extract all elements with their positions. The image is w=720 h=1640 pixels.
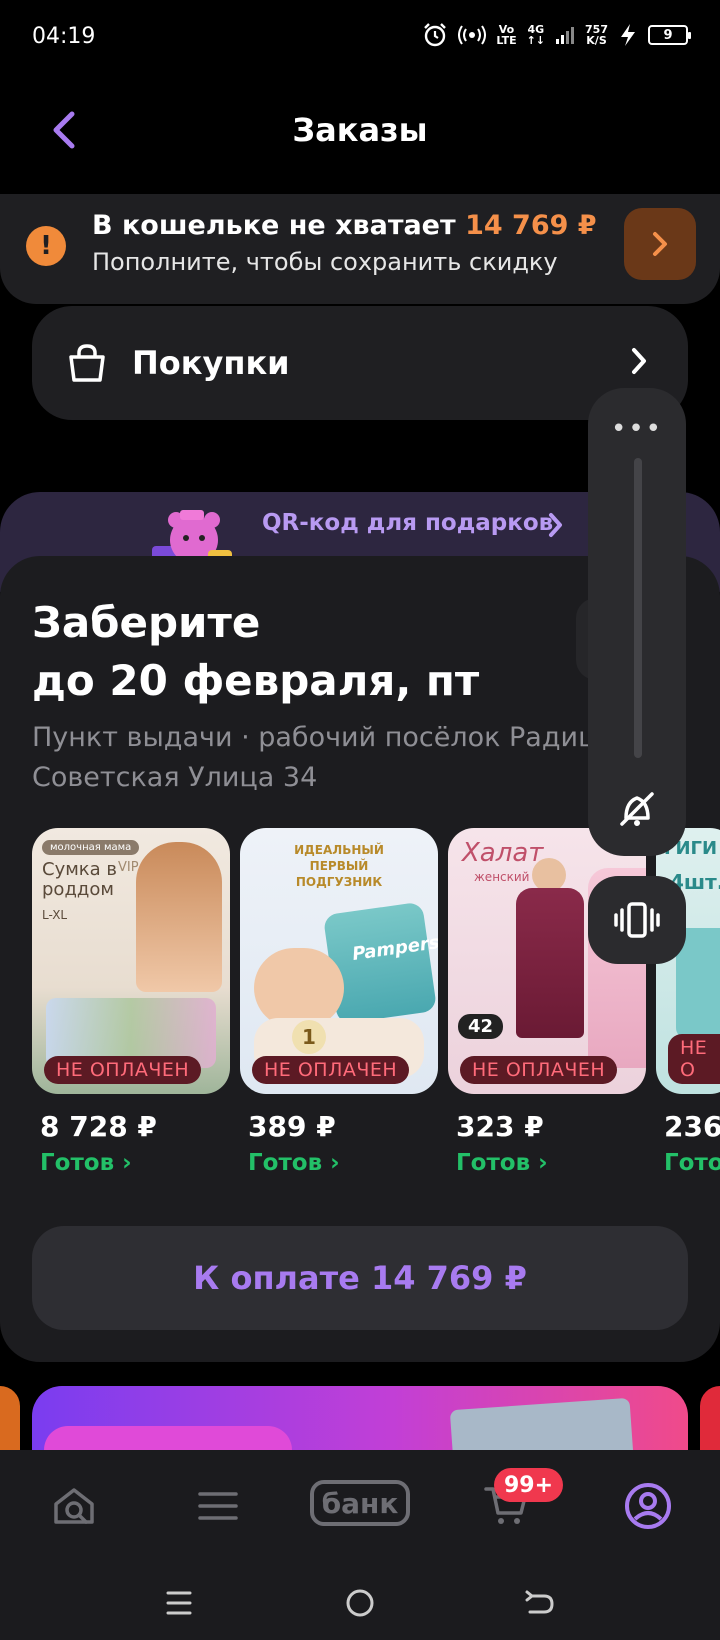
purchases-label: Покупки bbox=[132, 344, 290, 382]
pickup-title: Заберите до 20 февраля, пт bbox=[32, 598, 480, 705]
tab-home[interactable] bbox=[46, 1478, 102, 1534]
status-bar: 04:19 Vo LTE 4G ↑↓ 757 K/S 9 bbox=[0, 0, 720, 72]
wallet-alert-subtitle: Пополните, чтобы сохранить скидку bbox=[92, 248, 558, 276]
volume-slider[interactable] bbox=[634, 458, 642, 758]
unpaid-badge: НЕ ОПЛАЧЕН bbox=[44, 1056, 202, 1084]
profile-icon bbox=[625, 1483, 671, 1529]
net-speed: 757 K/S bbox=[585, 23, 608, 47]
volume-panel[interactable]: ••• bbox=[588, 388, 686, 856]
chevron-right-icon bbox=[549, 513, 562, 537]
hotspot-icon bbox=[458, 24, 487, 46]
wallet-alert-card[interactable]: ! В кошельке не хватает 14 769 ₽ Пополни… bbox=[0, 194, 720, 304]
wallet-alert-title: В кошельке не хватает 14 769 ₽ bbox=[92, 210, 597, 241]
home-circle-icon bbox=[346, 1589, 374, 1617]
tab-profile[interactable] bbox=[620, 1478, 676, 1534]
wallet-shortfall-amount: 14 769 ₽ bbox=[465, 210, 597, 241]
page-header: Заказы bbox=[0, 90, 720, 170]
bottom-tab-bar: банк 99+ bbox=[0, 1450, 720, 1562]
pickup-address: Пункт выдачи · рабочий посёлок Радищ Сов… bbox=[32, 722, 604, 793]
back-nav-button[interactable] bbox=[516, 1580, 562, 1626]
home-button[interactable] bbox=[337, 1580, 383, 1626]
product-price: 323 ₽ bbox=[456, 1110, 544, 1143]
unpaid-badge: НЕ ОПЛАЧЕН bbox=[252, 1056, 410, 1084]
status-icons: Vo LTE 4G ↑↓ 757 K/S 9 bbox=[422, 22, 691, 48]
purchases-row[interactable]: Покупки bbox=[32, 306, 688, 420]
product-card[interactable]: молочная мама Сумка в роддом VIP L-XL НЕ… bbox=[32, 828, 230, 1176]
product-price: 8 728 ₽ bbox=[40, 1110, 157, 1143]
pay-button[interactable]: К оплате 14 769 ₽ bbox=[32, 1226, 688, 1330]
search-home-icon bbox=[54, 1488, 94, 1524]
chevron-left-icon bbox=[53, 111, 75, 149]
menu-lines-icon bbox=[198, 1492, 238, 1520]
system-nav-bar bbox=[0, 1562, 720, 1640]
charging-icon bbox=[618, 23, 638, 47]
tab-catalog[interactable] bbox=[190, 1478, 246, 1534]
exclamation-icon: ! bbox=[26, 226, 66, 266]
shopping-bag-icon bbox=[69, 344, 105, 382]
clock: 04:19 bbox=[32, 23, 96, 49]
product-image: молочная мама Сумка в роддом VIP L-XL НЕ… bbox=[32, 828, 230, 1094]
chevron-right-icon bbox=[653, 232, 667, 256]
product-price: 389 ₽ bbox=[248, 1110, 336, 1143]
vibrate-mode-button[interactable] bbox=[588, 876, 686, 964]
product-status[interactable]: Гото bbox=[664, 1150, 720, 1176]
product-variants-count: 42 bbox=[458, 1014, 504, 1039]
vibrate-icon bbox=[614, 902, 660, 938]
unpaid-badge: НЕ О bbox=[668, 1034, 720, 1084]
network-gen-indicator: 4G ↑↓ bbox=[526, 23, 546, 47]
back-arrow-icon bbox=[525, 1590, 554, 1614]
back-button[interactable] bbox=[44, 108, 84, 152]
recents-icon bbox=[166, 1591, 192, 1615]
more-options-button[interactable]: ••• bbox=[588, 414, 686, 444]
battery-icon: 9 bbox=[648, 25, 691, 45]
page-title: Заказы bbox=[292, 111, 428, 149]
product-status[interactable]: Готов › bbox=[248, 1150, 340, 1176]
alarm-icon bbox=[422, 22, 448, 48]
volte-indicator: Vo LTE bbox=[496, 23, 517, 47]
product-status[interactable]: Готов › bbox=[456, 1150, 548, 1176]
product-status[interactable]: Готов › bbox=[40, 1150, 132, 1176]
tab-bank[interactable]: банк bbox=[310, 1480, 410, 1526]
cart-count-badge: 99+ bbox=[494, 1468, 564, 1502]
qr-gift-label: QR-код для подарков bbox=[262, 510, 554, 536]
product-card[interactable]: ИДЕАЛЬНЫЙ ПЕРВЫЙ ПОДГУЗНИК Pampers 1 НЕ … bbox=[240, 828, 438, 1176]
unpaid-badge: НЕ ОПЛАЧЕН bbox=[460, 1056, 618, 1084]
recents-button[interactable] bbox=[156, 1580, 202, 1626]
mute-icon bbox=[620, 792, 654, 826]
product-price: 236 bbox=[664, 1110, 720, 1143]
product-image: ИДЕАЛЬНЫЙ ПЕРВЫЙ ПОДГУЗНИК Pampers 1 НЕ … bbox=[240, 828, 438, 1094]
mute-button[interactable] bbox=[616, 788, 658, 834]
chevron-right-icon bbox=[632, 348, 646, 374]
wallet-topup-button[interactable] bbox=[624, 208, 696, 280]
signal-icon bbox=[555, 25, 575, 45]
